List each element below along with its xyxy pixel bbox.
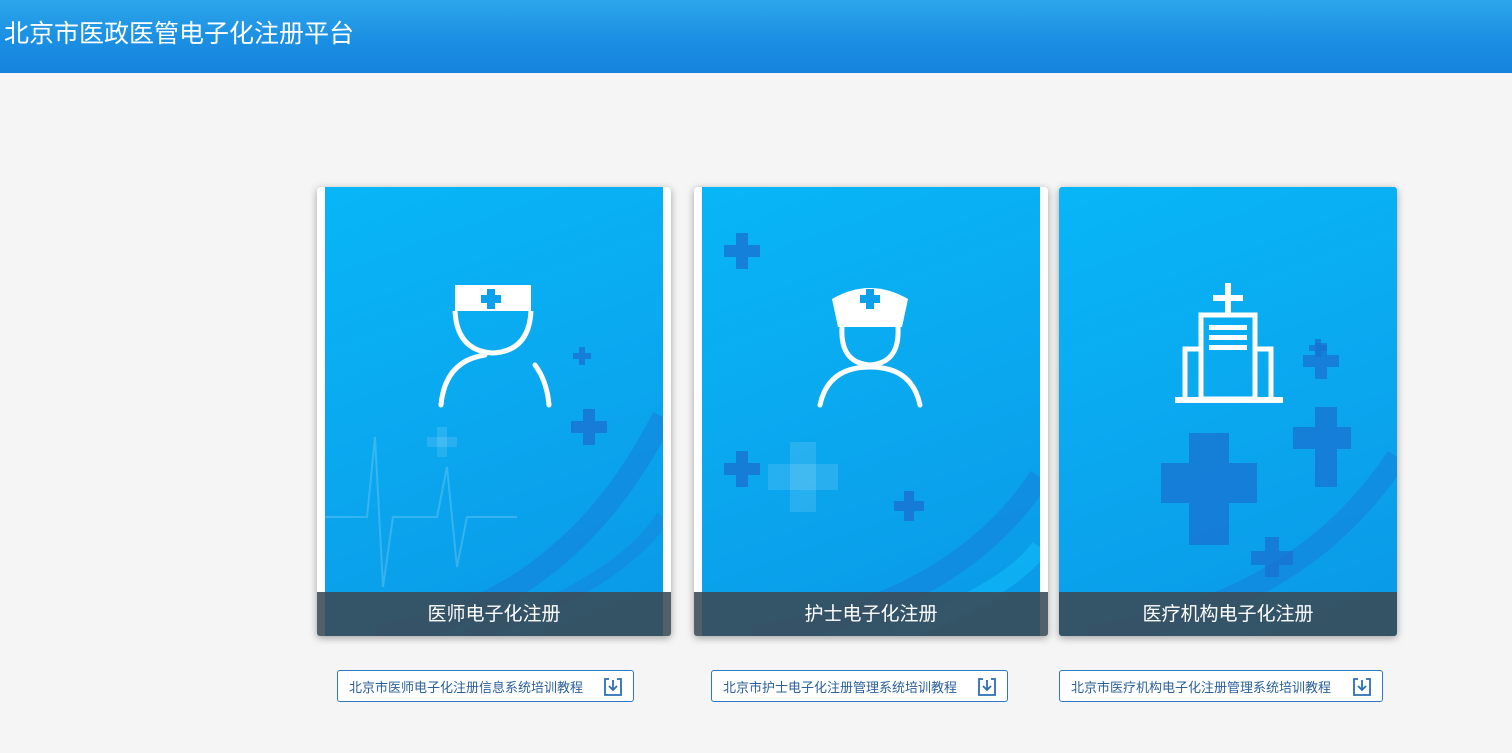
page-title: 北京市医政医管电子化注册平台 (4, 19, 355, 48)
download-link-label: 北京市医疗机构电子化注册管理系统培训教程 (1071, 680, 1332, 696)
hospital-building-icon (1175, 283, 1283, 403)
download-link-label: 北京市护士电子化注册管理系统培训教程 (723, 680, 958, 696)
download-icon (1353, 678, 1371, 696)
doctor-registration-card[interactable]: 医师电子化注册 (317, 187, 671, 636)
institution-tutorial-download-link[interactable]: 北京市医疗机构电子化注册管理系统培训教程 (1059, 670, 1383, 702)
doctor-tutorial-download-link[interactable]: 北京市医师电子化注册信息系统培训教程 (337, 670, 634, 702)
card-label: 护士电子化注册 (694, 592, 1048, 636)
doctor-icon (438, 285, 552, 408)
card-border-left (694, 187, 702, 636)
top-header-bar: 北京市医政医管电子化注册平台 (0, 0, 1512, 73)
medical-pattern-decoration (1087, 339, 1397, 636)
card-label: 医师电子化注册 (317, 592, 671, 636)
nurse-tutorial-download-link[interactable]: 北京市护士电子化注册管理系统培训教程 (711, 670, 1008, 702)
institution-registration-card[interactable]: 医疗机构电子化注册 (1059, 187, 1397, 636)
medical-pattern-decoration (325, 347, 671, 636)
download-link-label: 北京市医师电子化注册信息系统培训教程 (349, 680, 584, 696)
card-border-left (317, 187, 325, 636)
nurse-icon (817, 288, 923, 408)
card-border-right (663, 187, 671, 636)
download-icon (978, 678, 996, 696)
nurse-registration-card[interactable]: 护士电子化注册 (694, 187, 1048, 636)
download-icon (604, 678, 622, 696)
medical-pattern-decoration (724, 233, 1048, 636)
card-label: 医疗机构电子化注册 (1059, 592, 1397, 636)
card-border-right (1040, 187, 1048, 636)
